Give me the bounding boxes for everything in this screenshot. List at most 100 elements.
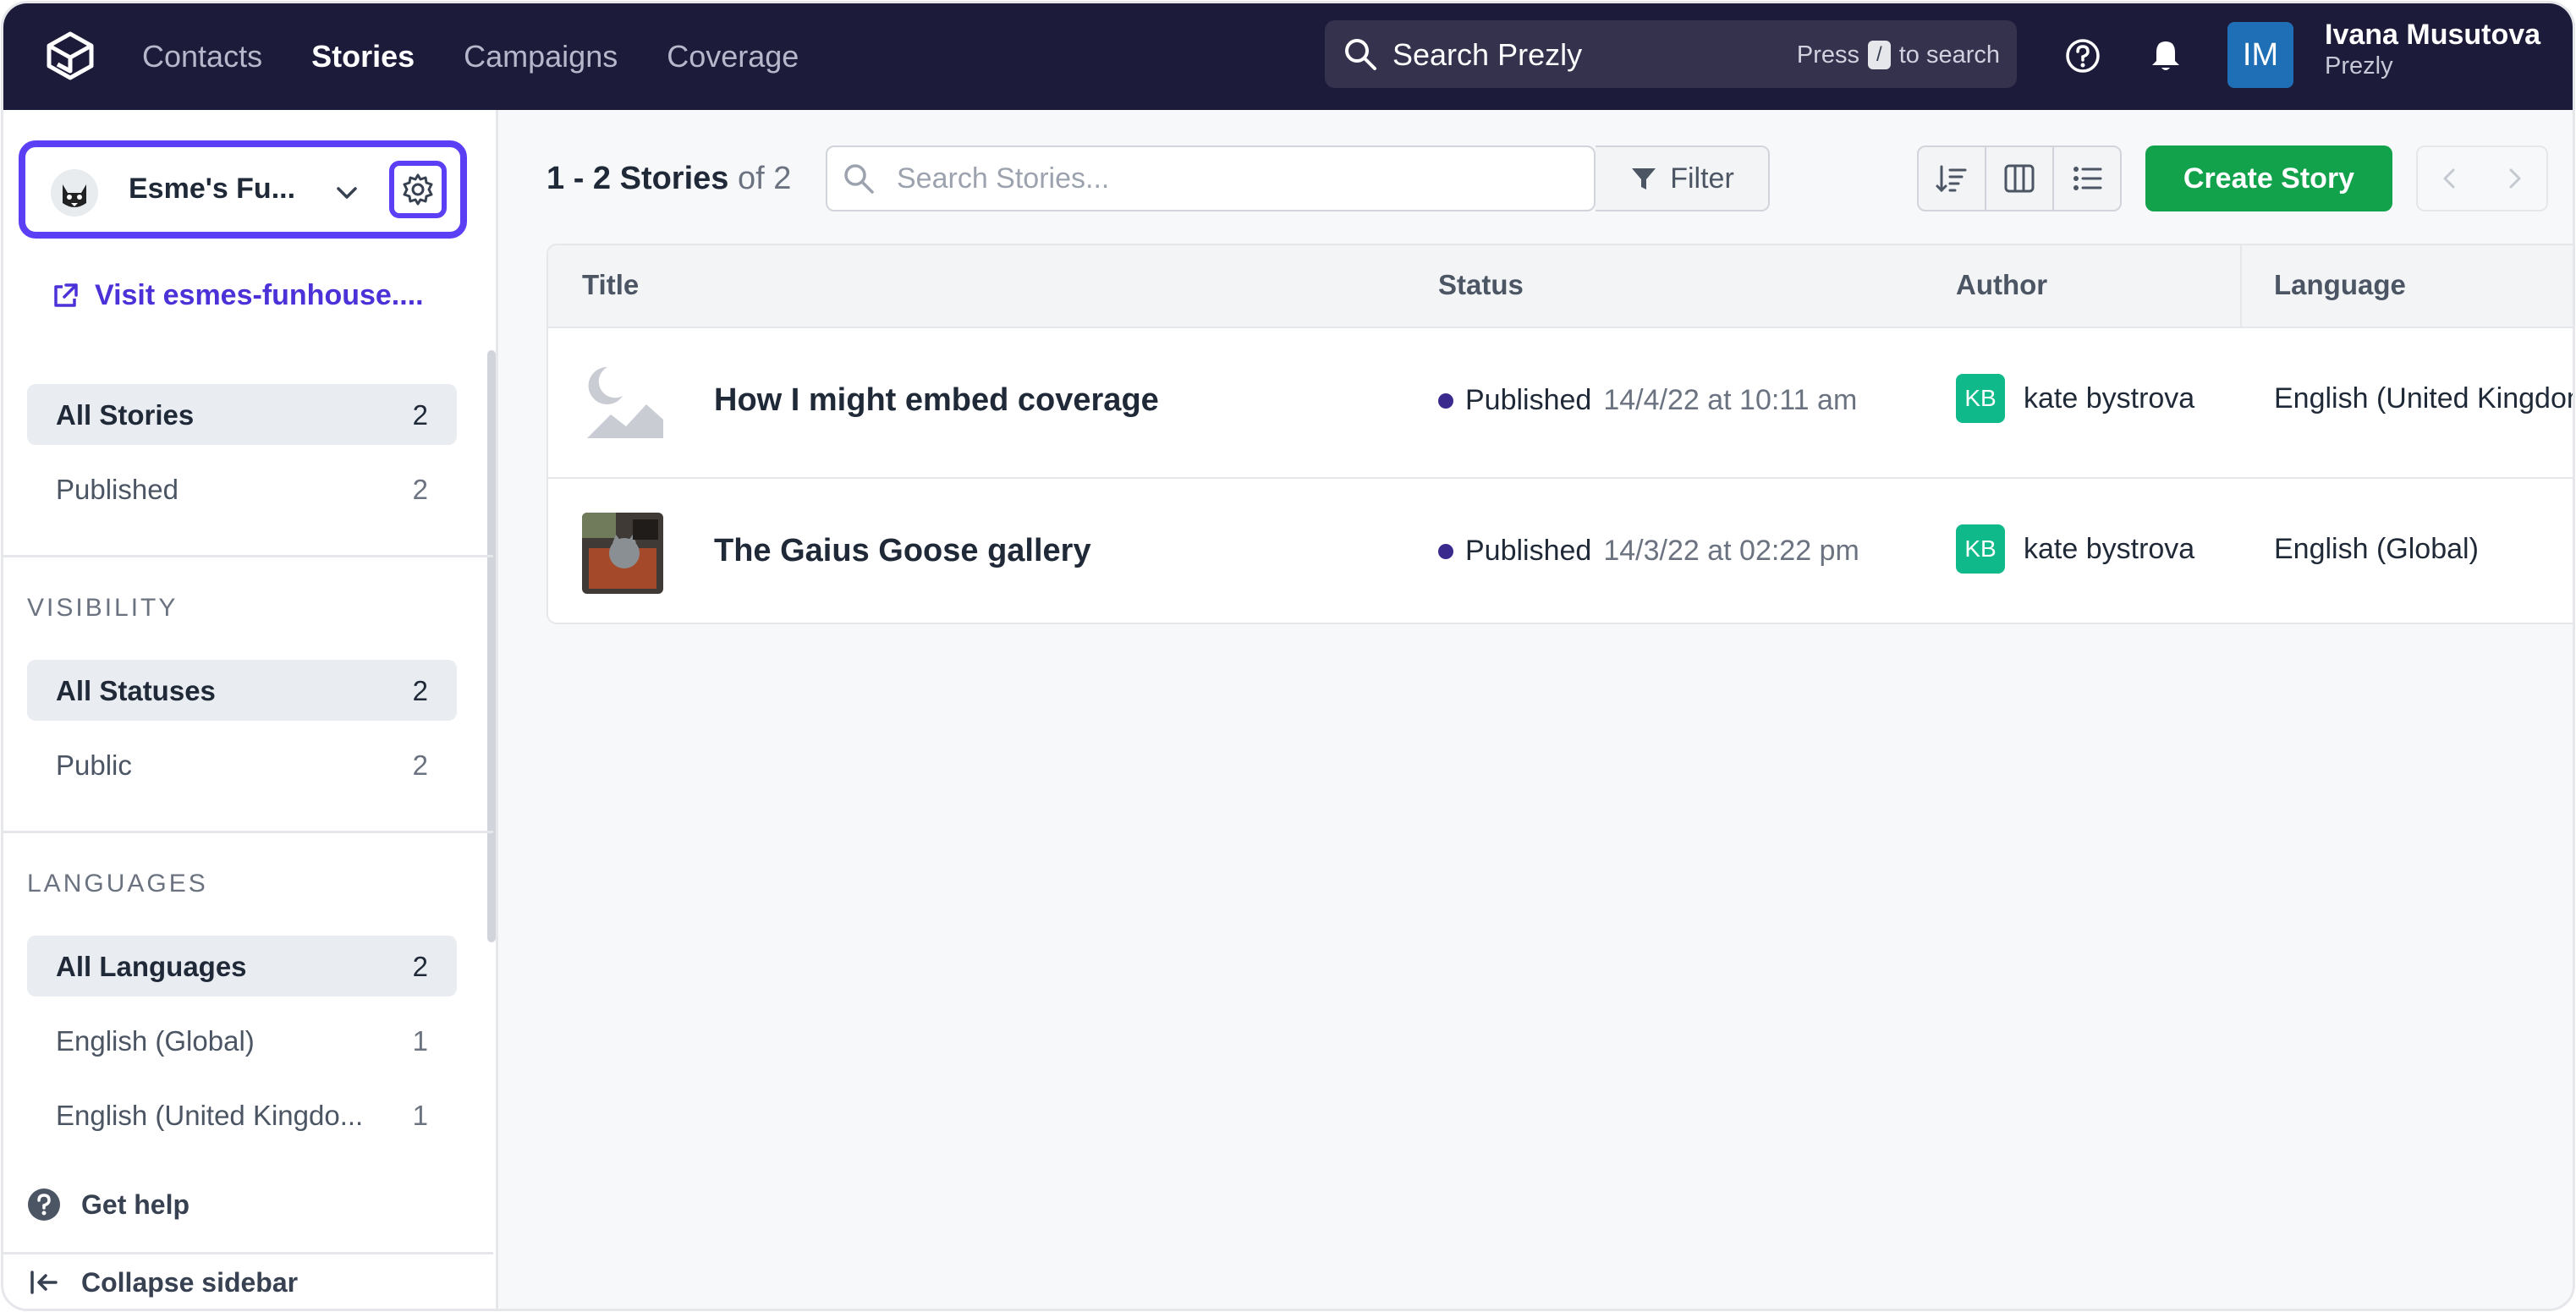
sidebar-item-count: 1 (412, 1025, 428, 1057)
nav-coverage[interactable]: Coverage (667, 39, 799, 74)
top-navigation-bar: Contacts Stories Campaigns Coverage Sear… (3, 3, 2573, 110)
sidebar-item-all-languages[interactable]: All Languages 2 (27, 936, 457, 996)
search-hint-suffix: to search (1898, 41, 2000, 69)
sidebar-item-label: All Languages (56, 951, 247, 982)
table-row[interactable]: The Gaius Goose gallery Published 14/3/2… (548, 479, 2573, 623)
user-name[interactable]: Ivana Musutova (2325, 19, 2540, 52)
global-search-input[interactable]: Search Prezly Press / to search (1325, 20, 2017, 88)
collapse-sidebar-label: Collapse sidebar (81, 1266, 299, 1298)
filter-icon (1632, 168, 1656, 189)
cat-icon (51, 169, 98, 217)
list-icon (2073, 167, 2102, 190)
table-row[interactable]: How I might embed coverage Published 14/… (548, 328, 2573, 479)
visit-newsroom-link[interactable]: Visit esmes-funhouse.... (51, 279, 424, 312)
search-shortcut-key: / (1868, 41, 1891, 69)
search-hint-press: Press (1796, 41, 1860, 69)
newsroom-settings-button[interactable] (389, 161, 447, 218)
image-placeholder-icon (587, 366, 663, 438)
story-title[interactable]: How I might embed coverage (714, 382, 1159, 419)
sidebar-item-count: 2 (412, 399, 428, 431)
sort-icon (1936, 165, 1967, 193)
sidebar-divider (3, 831, 493, 833)
story-search-input[interactable]: Search Stories... (826, 145, 1596, 211)
sidebar-scrollbar[interactable] (487, 350, 496, 942)
story-title[interactable]: The Gaius Goose gallery (714, 533, 1091, 569)
sidebar-item-public[interactable]: Public 2 (27, 734, 457, 795)
visibility-heading: VISIBILITY (27, 594, 179, 622)
chevron-right-icon (2509, 168, 2521, 189)
sidebar-item-english-uk[interactable]: English (United Kingdo... 1 (27, 1084, 457, 1145)
story-language: English (Global) (2274, 533, 2479, 565)
column-status[interactable]: Status (1438, 269, 1524, 301)
author-avatar: KB (1956, 524, 2005, 574)
filter-button[interactable]: Filter (1596, 145, 1770, 211)
story-status: Published 14/4/22 at 10:11 am (1438, 384, 1857, 417)
columns-view-button[interactable] (1986, 147, 2054, 210)
status-date: 14/3/22 at 02:22 pm (1603, 535, 1859, 567)
list-view-button[interactable] (2054, 147, 2120, 210)
help-circle-icon (28, 1188, 60, 1221)
sidebar-item-count: 2 (412, 749, 428, 781)
user-organization: Prezly (2325, 52, 2393, 80)
previous-page-button[interactable] (2418, 147, 2482, 210)
sidebar-item-label: Published (56, 474, 179, 505)
status-dot (1438, 543, 1453, 559)
global-search-placeholder: Search Prezly (1392, 37, 1583, 72)
column-title[interactable]: Title (582, 269, 639, 301)
search-icon (844, 164, 874, 194)
status-dot (1438, 393, 1453, 409)
stories-table: Title Status Author Language How I might… (547, 244, 2573, 624)
sidebar-item-label: All Stories (56, 399, 195, 431)
cat-photo-thumbnail (582, 513, 663, 594)
sidebar-item-published[interactable]: Published 2 (27, 458, 457, 519)
author-name: kate bystrova (2024, 532, 2195, 565)
create-story-button[interactable]: Create Story (2145, 145, 2392, 211)
newsroom-switcher[interactable]: Esme's Fu... (19, 140, 467, 239)
get-help-link[interactable]: Get help (27, 1188, 189, 1221)
story-thumbnail (582, 513, 663, 594)
sidebar-item-label: Public (56, 749, 132, 781)
prezly-logo-icon[interactable] (42, 29, 98, 85)
column-author[interactable]: Author (1956, 269, 2047, 301)
collapse-sidebar-button[interactable]: Collapse sidebar (27, 1265, 298, 1299)
story-thumbnail-placeholder (582, 362, 663, 443)
sidebar-item-english-global[interactable]: English (Global) 1 (27, 1010, 457, 1071)
story-language: English (United Kingdom) (2274, 382, 2573, 414)
story-author: KB kate bystrova (1956, 374, 2194, 423)
sort-button[interactable] (1919, 147, 1986, 210)
story-status: Published 14/3/22 at 02:22 pm (1438, 535, 1859, 568)
sidebar-divider (3, 555, 493, 557)
sidebar-item-label: All Statuses (56, 675, 216, 706)
newsroom-name: Esme's Fu... (129, 173, 296, 205)
view-options (1917, 145, 2122, 211)
get-help-label: Get help (81, 1188, 190, 1220)
author-avatar: KB (1956, 374, 2005, 423)
sidebar-item-all-stories[interactable]: All Stories 2 (27, 384, 457, 445)
story-author: KB kate bystrova (1956, 524, 2194, 574)
sidebar-divider (3, 1252, 493, 1254)
nav-stories[interactable]: Stories (311, 39, 415, 74)
pagination (2416, 145, 2548, 211)
app-window: Contacts Stories Campaigns Coverage Sear… (3, 3, 2573, 1309)
newsroom-avatar (51, 169, 98, 217)
sidebar: Esme's Fu... Visit esmes-funhouse.... Al… (3, 110, 498, 1309)
stories-count-total: of 2 (737, 161, 792, 196)
column-language[interactable]: Language (2274, 269, 2406, 301)
user-avatar[interactable]: IM (2227, 22, 2293, 88)
sidebar-item-count: 2 (412, 951, 428, 982)
status-label: Published (1465, 535, 1592, 567)
story-search-placeholder: Search Stories... (897, 162, 1110, 195)
sidebar-item-label: English (United Kingdo... (56, 1100, 364, 1131)
gear-icon (403, 173, 433, 206)
help-icon[interactable] (2064, 37, 2101, 74)
nav-contacts[interactable]: Contacts (142, 39, 262, 74)
chevron-down-icon[interactable] (332, 178, 362, 208)
columns-icon (2004, 164, 2035, 193)
sidebar-item-count: 2 (412, 675, 428, 706)
next-page-button[interactable] (2482, 147, 2546, 210)
bell-icon[interactable] (2147, 37, 2184, 74)
sidebar-item-all-statuses[interactable]: All Statuses 2 (27, 660, 457, 721)
visit-newsroom-label: Visit esmes-funhouse.... (95, 279, 424, 311)
filter-label: Filter (1670, 162, 1734, 195)
nav-campaigns[interactable]: Campaigns (464, 39, 618, 74)
